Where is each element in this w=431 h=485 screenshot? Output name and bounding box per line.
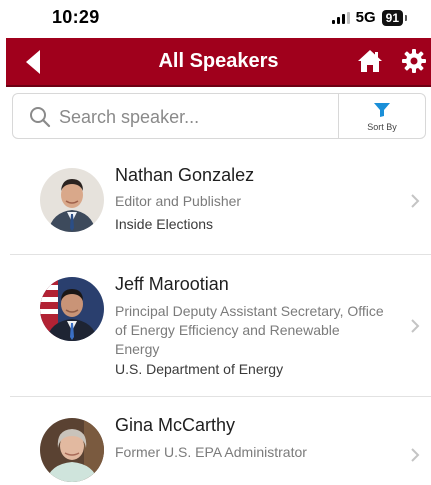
home-button[interactable]	[356, 47, 384, 75]
chevron-right-icon	[411, 448, 420, 462]
gear-icon	[402, 49, 426, 73]
speaker-organization: U.S. Department of Energy	[115, 361, 284, 377]
home-icon	[358, 50, 382, 72]
search-icon	[30, 107, 51, 128]
sort-button[interactable]: Sort By	[338, 94, 425, 138]
speaker-title: Editor and Publisher	[115, 193, 242, 209]
speaker-row[interactable]: Nathan Gonzalez Editor and Publisher Ins…	[0, 150, 431, 255]
battery-icon: 91	[381, 9, 408, 26]
speaker-name: Gina McCarthy	[115, 415, 236, 435]
status-bar: 10:29 5G 91	[0, 0, 431, 36]
settings-button[interactable]	[401, 48, 427, 74]
filter-icon	[374, 103, 390, 117]
speaker-name: Jeff Marootian	[115, 274, 229, 294]
chevron-right-icon	[411, 194, 420, 208]
avatar	[40, 168, 104, 232]
chevron-right-icon	[411, 319, 420, 333]
speaker-name: Nathan Gonzalez	[115, 165, 255, 185]
speaker-row[interactable]: Jeff Marootian Principal Deputy Assistan…	[0, 255, 431, 397]
signal-icon	[331, 11, 350, 24]
search-input[interactable]	[57, 102, 341, 132]
speaker-organization: Inside Elections	[115, 216, 214, 232]
sort-label: Sort By	[367, 122, 397, 132]
speaker-title: Former U.S. EPA Administrator	[115, 444, 307, 460]
status-indicators: 5G 91	[331, 9, 408, 26]
speaker-row[interactable]: Gina McCarthy Former U.S. EPA Administra…	[0, 397, 431, 485]
nav-bar: All Speakers	[6, 38, 431, 87]
avatar	[40, 277, 104, 341]
search-bar: Sort By	[12, 93, 426, 139]
status-time: 10:29	[52, 7, 100, 27]
network-type: 5G	[355, 9, 376, 26]
speaker-title: Principal Deputy Assistant Secretary, Of…	[115, 303, 384, 357]
avatar	[40, 418, 104, 482]
